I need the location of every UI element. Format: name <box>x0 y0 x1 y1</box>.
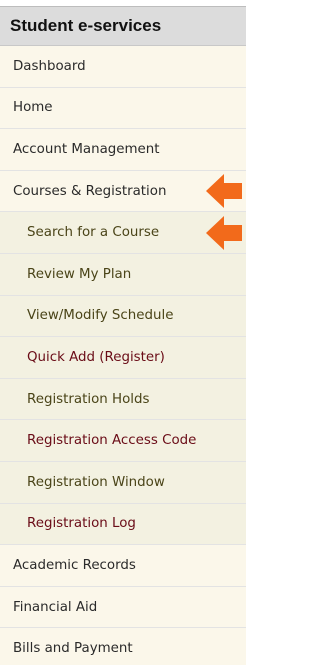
nav-item-registration-access-code[interactable]: Registration Access Code <box>0 420 246 462</box>
nav-item-label: Review My Plan <box>27 266 132 282</box>
nav-item-dashboard[interactable]: Dashboard <box>0 46 246 88</box>
nav-item-label: Academic Records <box>13 557 136 573</box>
menu-title: Student e-services <box>10 16 162 35</box>
nav-item-label: View/Modify Schedule <box>27 308 174 324</box>
nav-item-label: Dashboard <box>13 58 86 74</box>
nav-item-account-management[interactable]: Account Management <box>0 129 246 171</box>
nav-item-label: Registration Access Code <box>27 433 197 449</box>
nav-item-search-for-a-course[interactable]: Search for a Course <box>0 212 246 254</box>
nav-item-label: Registration Window <box>27 474 165 490</box>
nav-item-courses-registration[interactable]: Courses & Registration <box>0 170 246 213</box>
nav-item-home[interactable]: Home <box>0 87 246 130</box>
nav-item-label: Courses & Registration <box>13 183 167 199</box>
nav-item-quick-add-register[interactable]: Quick Add (Register) <box>0 337 246 379</box>
menu-header: Student e-services <box>0 6 246 46</box>
nav-item-registration-window[interactable]: Registration Window <box>0 461 246 504</box>
student-eservices-menu: Student e-services Dashboard Home Accoun… <box>0 6 246 665</box>
nav-item-label: Account Management <box>13 141 160 157</box>
nav-item-label: Registration Holds <box>27 391 150 407</box>
nav-item-view-modify-schedule[interactable]: View/Modify Schedule <box>0 295 246 338</box>
nav-item-label: Search for a Course <box>27 225 160 241</box>
nav-item-label: Bills and Payment <box>13 641 133 657</box>
arrow-left-icon <box>206 174 242 209</box>
nav-item-review-my-plan[interactable]: Review My Plan <box>0 253 246 296</box>
arrow-left-icon <box>206 215 242 250</box>
nav-item-label: Registration Log <box>27 516 136 532</box>
nav-item-label: Quick Add (Register) <box>27 349 165 365</box>
nav-item-label: Financial Aid <box>13 599 98 615</box>
nav-item-financial-aid[interactable]: Financial Aid <box>0 586 246 629</box>
nav-item-registration-log[interactable]: Registration Log <box>0 503 246 546</box>
nav-item-label: Home <box>13 100 53 116</box>
nav-item-registration-holds[interactable]: Registration Holds <box>0 378 246 421</box>
nav-item-bills-and-payment[interactable]: Bills and Payment <box>0 628 246 665</box>
nav-item-academic-records[interactable]: Academic Records <box>0 545 246 587</box>
